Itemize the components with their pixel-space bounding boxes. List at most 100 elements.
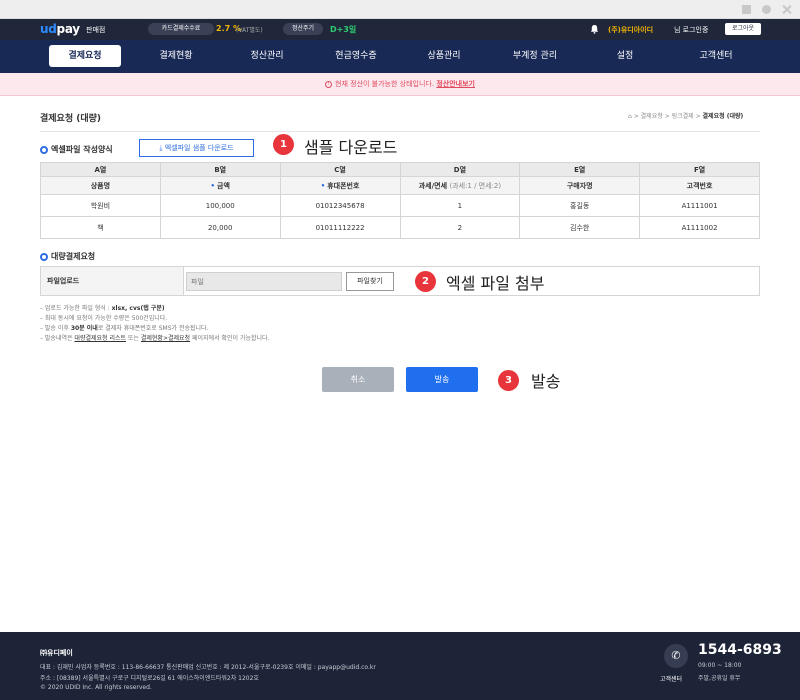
table-cell: 01012345678 xyxy=(279,194,401,217)
logo[interactable]: udpay xyxy=(40,22,80,36)
breadcrumb-item[interactable]: 링크결제 xyxy=(672,113,694,120)
nav-item-cash-receipt[interactable]: 현금영수증 xyxy=(311,40,401,73)
payment-status-link[interactable]: 결제현황>결제요청 xyxy=(141,335,190,342)
download-icon: ⤓ xyxy=(159,144,163,152)
field-header: 구매자명 xyxy=(519,176,641,195)
step-label: 발송 xyxy=(531,372,561,391)
cancel-button[interactable]: 취소 xyxy=(322,367,394,392)
column-header: D열 xyxy=(399,162,521,177)
nav-item-settlement[interactable]: 정산관리 xyxy=(222,40,312,73)
table-cell: 1 xyxy=(399,194,521,217)
breadcrumb-current: 결제요청 (대량) xyxy=(702,113,744,120)
nav-item-products[interactable]: 상품관리 xyxy=(399,40,489,73)
footer-hours: 09:00 ~ 18:00 xyxy=(698,662,742,669)
column-header: B열 xyxy=(159,162,281,177)
info-icon: ! xyxy=(325,80,333,88)
excel-format-table: A열 B열 C열 D열 E열 F열 상품명 • 금액 • 휴대폰번호 과세/면세 (… xyxy=(40,162,760,239)
step-label: 엑셀 파일 첨부 xyxy=(446,274,545,293)
step-badge: 1 xyxy=(273,134,294,155)
window-chrome xyxy=(0,0,800,19)
excel-section-title: 엑셀파일 작성양식 xyxy=(40,144,113,155)
column-header: E열 xyxy=(519,162,641,177)
breadcrumb: ⌂ > 결제요청 > 링크결제 > 결제요청 (대량) xyxy=(628,113,744,120)
breadcrumb-item[interactable]: 결제요청 xyxy=(641,113,663,120)
file-path-input[interactable] xyxy=(186,272,342,291)
main-nav: 결제요청 결제현황 정산관리 현금영수증 상품관리 부계정 관리 설정 고객센터 xyxy=(0,40,800,73)
table-cell: A1111002 xyxy=(639,216,760,239)
notice-text: 현재 정산이 불가능한 상태입니다. xyxy=(335,80,435,88)
table-cell: 홍길동 xyxy=(519,194,641,217)
nav-item-sub-accounts[interactable]: 부계정 관리 xyxy=(490,40,580,73)
section-bullet-icon xyxy=(40,145,48,154)
table-row: 책 20,000 01011112222 2 김수한 A1111002 xyxy=(40,216,760,239)
user-name: (주)유디아이디 xyxy=(608,26,654,34)
table-cell: 김수한 xyxy=(519,216,641,239)
guide-line: – 발송내역은 대량결제요청 리스트 또는 결제현황>결제요청 페이지에서 확인… xyxy=(40,335,270,342)
find-file-button[interactable]: 파일찾기 xyxy=(346,272,394,291)
bulk-section-title: 대량결제요청 xyxy=(40,251,95,262)
field-header: • 금액 xyxy=(159,176,281,195)
fee-label: 카드결제수수료 xyxy=(148,23,214,35)
field-header-row: 상품명 • 금액 • 휴대폰번호 과세/면세 (과세:1 / 면세:2) 구매자명 … xyxy=(40,176,760,195)
home-icon[interactable]: ⌂ xyxy=(628,113,632,120)
step-label: 샘플 다운로드 xyxy=(304,138,398,157)
footer-copyright: © 2020 UDID Inc. All rights reserved. xyxy=(40,684,152,691)
required-icon: • xyxy=(320,181,326,190)
minimize-icon[interactable] xyxy=(742,5,751,14)
file-upload-row: 파일업로드 파일찾기 xyxy=(40,266,760,296)
nav-item-settings[interactable]: 설정 xyxy=(580,40,670,73)
notice-link[interactable]: 정산안내보기 xyxy=(436,80,475,88)
page-title: 결제요청 (대량) xyxy=(40,114,102,124)
required-icon: • xyxy=(210,181,215,190)
field-header: • 휴대폰번호 xyxy=(279,176,401,195)
notice-banner: ! 현재 정산이 불가능한 상태입니다. 정산안내보기 xyxy=(0,73,800,96)
section-bullet-icon xyxy=(40,252,48,261)
table-cell: 01011112222 xyxy=(279,216,401,239)
table-row: 학원비 100,000 01012345678 1 홍길동 A1111001 xyxy=(40,194,760,217)
table-cell: 2 xyxy=(399,216,521,239)
section-title-text: 엑셀파일 작성양식 xyxy=(51,145,113,154)
nav-item-customer-center[interactable]: 고객센터 xyxy=(671,40,761,73)
send-button[interactable]: 발송 xyxy=(406,367,478,392)
bulk-list-link[interactable]: 대량결제요청 리스트 xyxy=(74,335,126,342)
nav-item-payment-status[interactable]: 결제현황 xyxy=(131,40,221,73)
footer-holiday: 주말,공휴일 휴무 xyxy=(698,675,741,682)
sample-download-button[interactable]: ⤓ 엑셀파일 샘플 다운로드 xyxy=(139,139,254,157)
step-badge: 3 xyxy=(498,370,519,391)
user-login-status: 님 로그인중 xyxy=(674,26,709,34)
section-title-text: 대량결제요청 xyxy=(51,252,96,261)
bell-icon[interactable] xyxy=(590,24,599,34)
field-header: 상품명 xyxy=(40,176,161,195)
top-bar: udpay 판매점 카드결제수수료 2.7 % (VAT별도) 정산주기 D+3… xyxy=(0,19,800,40)
fee-note: (VAT별도) xyxy=(236,27,263,34)
maximize-icon[interactable] xyxy=(762,5,771,14)
sample-download-label: 엑셀파일 샘플 다운로드 xyxy=(164,144,234,152)
column-header-row: A열 B열 C열 D열 E열 F열 xyxy=(40,162,760,177)
file-upload-label: 파일업로드 xyxy=(41,267,184,295)
cycle-value: D+3일 xyxy=(330,25,357,34)
logout-button[interactable]: 로그아웃 xyxy=(725,23,761,35)
nav-item-payment-request[interactable]: 결제요청 xyxy=(49,45,121,67)
table-cell: 20,000 xyxy=(159,216,281,239)
logo-subtitle: 판매점 xyxy=(86,26,106,34)
footer: ㈜유디페이 대표 : 김재민 사업자 등록번호 : 113-86-66637 통… xyxy=(0,632,800,700)
field-header: 과세/면세 (과세:1 / 면세:2) xyxy=(399,176,521,195)
footer-cs-label: 고객센터 xyxy=(660,676,683,683)
phone-icon: ✆ xyxy=(664,644,688,668)
step-badge: 2 xyxy=(415,271,436,292)
footer-info: 대표 : 김재민 사업자 등록번호 : 113-86-66637 통신판매업 신… xyxy=(40,664,376,671)
guide-line: – 업로드 가능한 파일 형식 : xlsx, cvs(탭 구분) xyxy=(40,305,165,312)
table-cell: 학원비 xyxy=(40,194,161,217)
column-header: F열 xyxy=(639,162,760,177)
column-header: C열 xyxy=(279,162,401,177)
logo-ud: ud xyxy=(40,22,57,36)
divider xyxy=(40,131,760,132)
footer-address: 주소 : [08389] 서울특별시 구로구 디지털로26길 61 에이스하이엔… xyxy=(40,675,259,682)
logo-pay: pay xyxy=(56,22,81,36)
table-cell: 책 xyxy=(40,216,161,239)
cycle-label: 정산주기 xyxy=(283,23,323,35)
column-header: A열 xyxy=(40,162,161,177)
close-icon[interactable] xyxy=(782,5,791,14)
guide-line: – 최대 동시에 요청이 가능한 수량은 500건입니다. xyxy=(40,315,168,322)
guide-line: – 발송 이후 30분 이내로 결제자 휴대폰번호로 SMS가 전송됩니다. xyxy=(40,325,209,332)
